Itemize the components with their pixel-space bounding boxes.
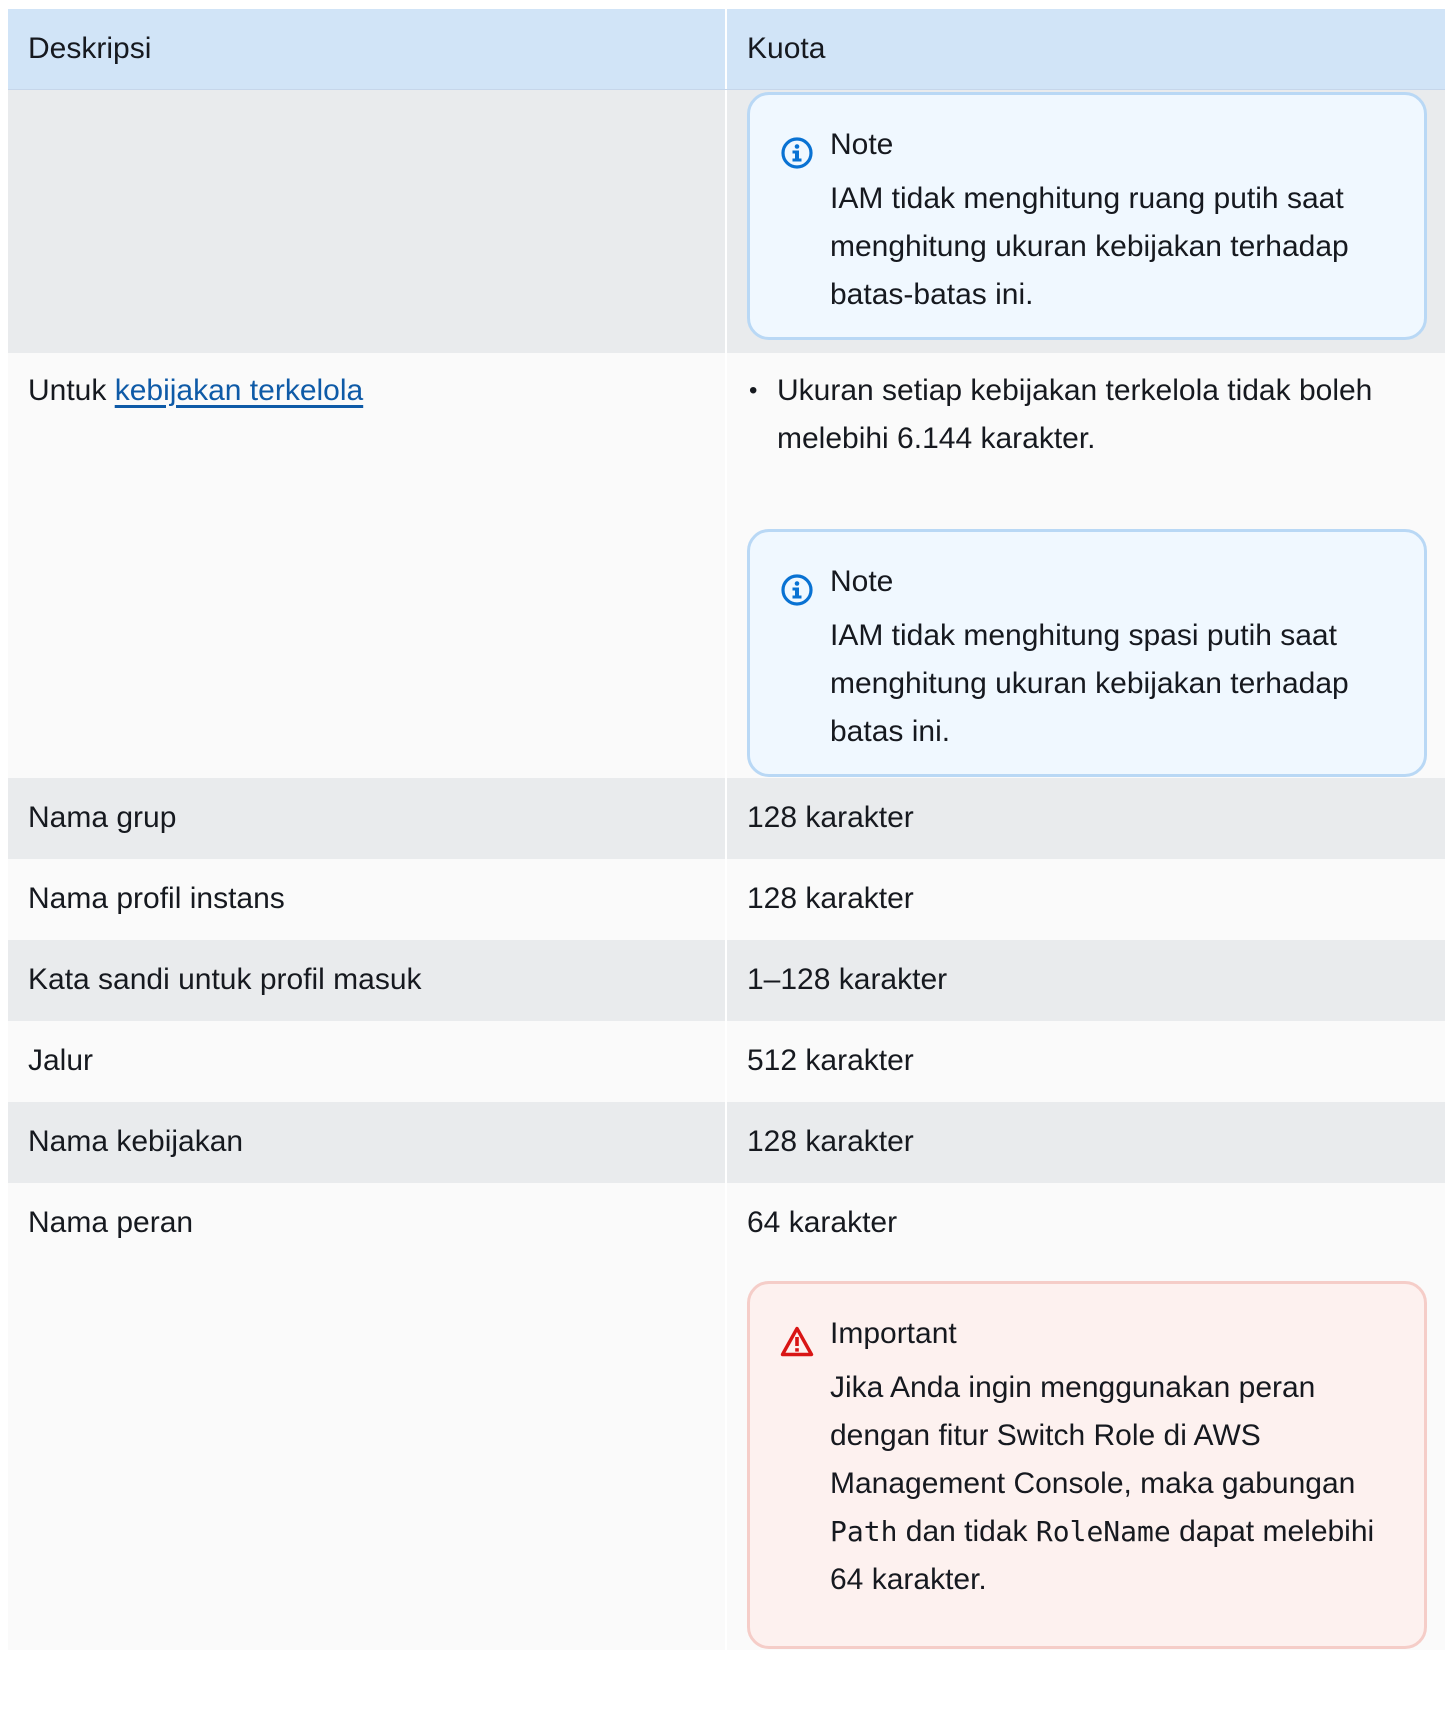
note-callout: Note IAM tidak menghitung ruang putih sa…: [747, 92, 1427, 340]
note-title: Note: [830, 128, 894, 161]
managed-policies-link[interactable]: kebijakan terkelola: [115, 374, 363, 407]
quota-cell: 128 karakter: [727, 1102, 1445, 1183]
table-header: Deskripsi Kuota: [8, 9, 1445, 90]
quota-cell: 128 karakter: [727, 778, 1445, 859]
header-description: Deskripsi: [8, 9, 727, 89]
quota-cell: 512 karakter: [727, 1021, 1445, 1102]
description-cell: Nama grup: [8, 778, 727, 859]
table-row: Note IAM tidak menghitung ruang putih sa…: [8, 90, 1445, 353]
important-title: Important: [830, 1317, 957, 1350]
table-row: Jalur 512 karakter: [8, 1021, 1445, 1102]
description-cell: Nama profil instans: [8, 859, 727, 940]
note-title: Note: [830, 565, 894, 598]
quota-table: Deskripsi Kuota Note IAM tidak menghitun…: [8, 9, 1445, 1650]
table-row: Nama kebijakan 128 karakter: [8, 1102, 1445, 1183]
table-row: Nama grup 128 karakter: [8, 778, 1445, 859]
quota-cell: 1–128 karakter: [727, 940, 1445, 1021]
quota-bullet-list: Ukuran setiap kebijakan terkelola tidak …: [747, 367, 1427, 463]
important-callout: Important Jika Anda ingin menggunakan pe…: [747, 1281, 1427, 1649]
quota-cell: 64 karakter Important Jika Anda ingin me…: [727, 1183, 1445, 1650]
description-cell: [8, 90, 727, 353]
quota-cell: 128 karakter: [727, 859, 1445, 940]
warning-triangle-icon: [780, 1326, 814, 1357]
quota-cell: Note IAM tidak menghitung ruang putih sa…: [727, 90, 1445, 353]
table-row: Kata sandi untuk profil masuk 1–128 kara…: [8, 940, 1445, 1021]
description-cell: Jalur: [8, 1021, 727, 1102]
table-row: Nama profil instans 128 karakter: [8, 859, 1445, 940]
path-code: Path: [830, 1515, 898, 1548]
rolename-code: RoleName: [1035, 1515, 1171, 1548]
list-item: Ukuran setiap kebijakan terkelola tidak …: [747, 367, 1427, 463]
description-prefix: Untuk: [28, 374, 115, 407]
important-text: dan tidak: [897, 1515, 1036, 1548]
important-text: Jika Anda ingin menggunakan peran dengan…: [830, 1371, 1356, 1500]
info-circle-icon: [781, 137, 813, 169]
important-body: Jika Anda ingin menggunakan peran dengan…: [830, 1364, 1390, 1604]
note-body: IAM tidak menghitung spasi putih saat me…: [830, 619, 1349, 748]
quota-cell: Ukuran setiap kebijakan terkelola tidak …: [727, 353, 1445, 778]
description-cell: Kata sandi untuk profil masuk: [8, 940, 727, 1021]
description-cell: Nama peran: [8, 1183, 727, 1650]
header-quota: Kuota: [747, 32, 826, 65]
description-cell: Nama kebijakan: [8, 1102, 727, 1183]
description-cell: Untuk kebijakan terkelola: [8, 353, 727, 778]
info-circle-icon: [781, 574, 813, 606]
table-row: Nama peran 64 karakter Important Jika An…: [8, 1183, 1445, 1650]
table-row: Untuk kebijakan terkelola Ukuran setiap …: [8, 353, 1445, 778]
quota-value: 64 karakter: [747, 1206, 898, 1239]
note-callout: Note IAM tidak menghitung spasi putih sa…: [747, 529, 1427, 777]
note-body: IAM tidak menghitung ruang putih saat me…: [830, 182, 1349, 311]
